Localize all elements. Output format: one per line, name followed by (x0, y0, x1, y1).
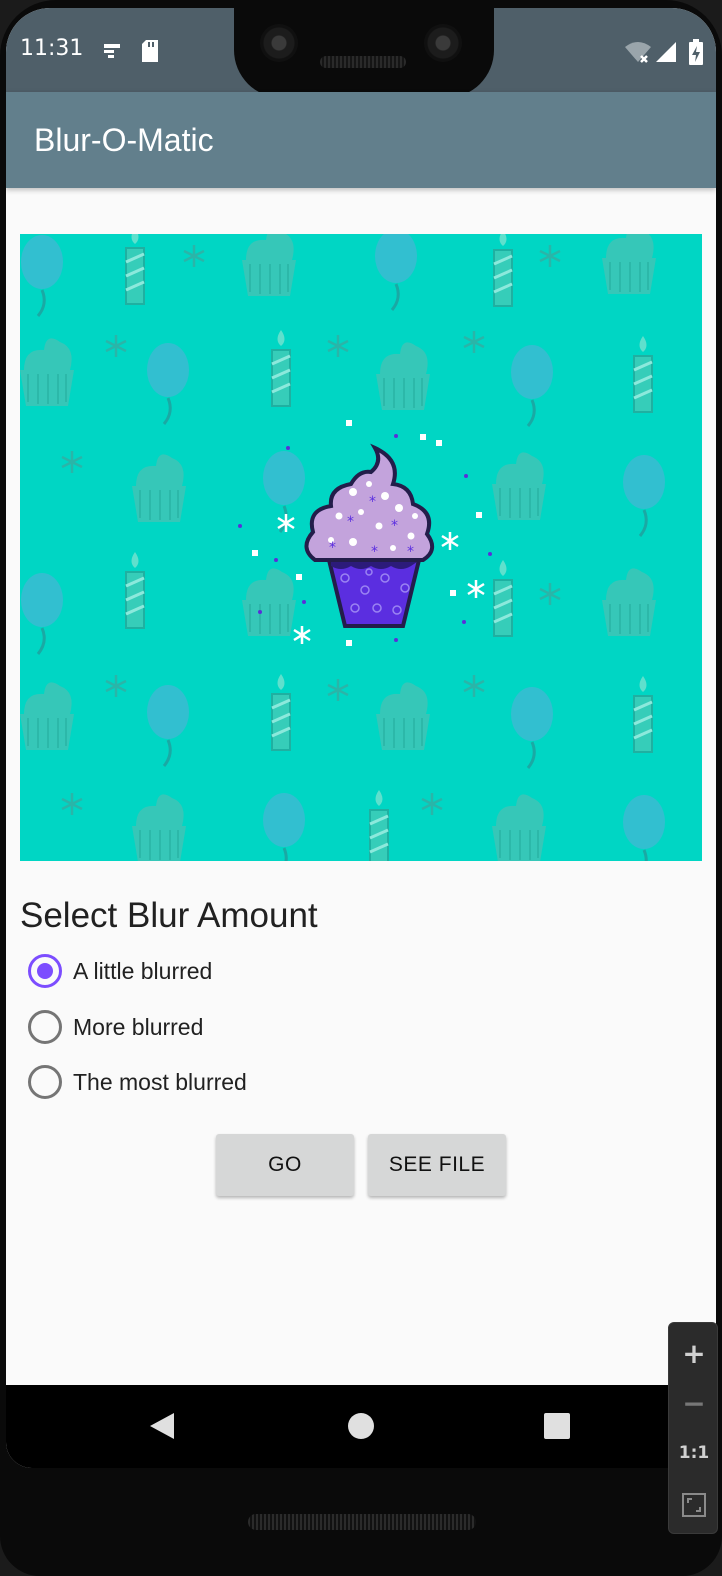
svg-text:*: * (369, 494, 376, 510)
zoom-out-button[interactable]: − (669, 1379, 719, 1427)
actual-size-button[interactable]: 1:1 (669, 1429, 719, 1477)
front-camera (260, 24, 298, 62)
svg-text:*: * (391, 518, 398, 534)
radio-button-checked[interactable] (28, 954, 62, 988)
see-file-button[interactable]: SEE FILE (368, 1134, 506, 1196)
svg-text:*: * (347, 514, 354, 530)
radio-little-blurred[interactable]: A little blurred (28, 946, 212, 996)
status-bar: 11:31 (6, 8, 716, 98)
recents-icon[interactable] (544, 1413, 570, 1439)
select-blur-title: Select Blur Amount (20, 896, 318, 935)
radio-more-blurred[interactable]: More blurred (28, 1002, 203, 1052)
sd-card-icon (142, 40, 158, 62)
fit-screen-button[interactable] (669, 1481, 719, 1529)
battery-charging-icon (689, 39, 703, 65)
svg-text:*: * (407, 544, 414, 560)
cupcake-illustration: * * * * * * (20, 234, 667, 861)
svg-text:*: * (371, 544, 378, 560)
camera-notch (234, 8, 494, 98)
signal-icon (656, 42, 676, 62)
bottom-speaker (248, 1514, 476, 1530)
earpiece-speaker (320, 56, 406, 68)
cupcake-image: * * * * * * (20, 234, 702, 861)
emulator-zoom-panel: + − 1:1 (668, 1322, 718, 1534)
screen: 11:31 Blur-O-Matic * * * * * * Select Bl… (6, 8, 716, 1468)
wifi-off-icon (625, 42, 651, 63)
radio-button[interactable] (28, 1065, 62, 1099)
back-icon[interactable] (150, 1413, 174, 1439)
status-time: 11:31 (20, 36, 84, 61)
app-title: Blur-O-Matic (34, 122, 214, 158)
radio-label: The most blurred (73, 1068, 247, 1095)
fit-screen-icon (682, 1493, 706, 1517)
navigation-bar (6, 1385, 716, 1468)
front-camera-secondary (424, 24, 462, 62)
cast-icon (104, 44, 120, 58)
radio-button[interactable] (28, 1010, 62, 1044)
device-frame: 11:31 Blur-O-Matic * * * * * * Select Bl… (0, 0, 722, 1576)
radio-label: A little blurred (73, 957, 213, 984)
home-icon[interactable] (348, 1413, 374, 1439)
radio-label: More blurred (73, 1013, 204, 1040)
go-button[interactable]: GO (216, 1134, 354, 1196)
radio-most-blurred[interactable]: The most blurred (28, 1057, 247, 1107)
zoom-in-button[interactable]: + (669, 1329, 719, 1377)
app-bar: Blur-O-Matic (6, 92, 716, 188)
svg-text:*: * (329, 540, 336, 556)
